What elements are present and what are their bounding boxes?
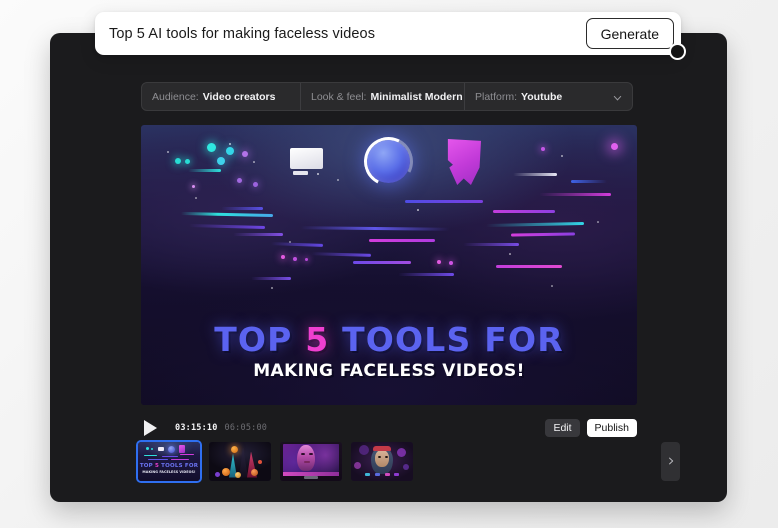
star — [509, 253, 511, 255]
play-icon[interactable] — [144, 420, 157, 436]
glow-dot — [541, 147, 545, 151]
timecode: 03:15:10 06:05:00 — [175, 423, 267, 433]
glow-dot — [217, 157, 225, 165]
video-title: TOP 5 TOOLS FOR — [141, 320, 637, 359]
edit-button[interactable]: Edit — [545, 419, 579, 437]
star — [551, 285, 553, 287]
prompt-input[interactable] — [109, 26, 586, 42]
star — [417, 209, 419, 211]
glow-dot — [611, 143, 618, 150]
glow-dot — [437, 260, 441, 264]
thumb1-subtitle: MAKING FACELESS VIDEOS! — [138, 470, 200, 474]
filter-bar: Audience: Video creators Look & feel: Mi… — [141, 82, 633, 111]
star — [597, 221, 599, 223]
publish-button[interactable]: Publish — [587, 419, 637, 437]
video-preview[interactable]: TOP 5 TOOLS FOR MAKING FACELESS VIDEOS! — [141, 125, 637, 405]
monitor-icon — [290, 148, 323, 175]
star — [561, 155, 563, 157]
star — [253, 161, 255, 163]
glow-dot — [192, 185, 195, 188]
star — [271, 287, 273, 289]
app-panel: Audience: Video creators Look & feel: Mi… — [50, 33, 727, 502]
glow-dot — [253, 182, 258, 187]
filter-platform-key: Platform: — [475, 91, 517, 103]
light-streak — [493, 210, 555, 213]
glow-dot — [242, 151, 248, 157]
filter-look-key: Look & feel: — [311, 91, 366, 103]
light-streak — [251, 277, 291, 280]
filter-audience[interactable]: Audience: Video creators — [142, 83, 300, 110]
filter-audience-value: Video creators — [203, 91, 276, 103]
light-streak — [188, 169, 221, 172]
glow-dot — [185, 159, 190, 164]
light-streak — [221, 207, 263, 210]
light-streak — [463, 243, 519, 246]
video-title-highlight: 5 — [305, 320, 329, 359]
glow-dot — [281, 255, 285, 259]
star — [167, 151, 169, 153]
light-streak — [496, 265, 562, 268]
glow-dot — [207, 143, 216, 152]
video-subtitle: MAKING FACELESS VIDEOS! — [141, 361, 637, 381]
chevron-down-icon — [612, 92, 621, 101]
scene-thumbnail-strip: TOP 5 TOOLS FOR MAKING FACELESS VIDEOS! — [138, 438, 680, 484]
scene-thumbnail-4[interactable] — [351, 442, 413, 481]
light-streak — [571, 180, 607, 183]
light-streak — [539, 193, 611, 196]
generate-button[interactable]: Generate — [586, 18, 674, 49]
scene-thumbnail-1[interactable]: TOP 5 TOOLS FOR MAKING FACELESS VIDEOS! — [138, 442, 200, 481]
star — [229, 143, 231, 145]
star — [195, 197, 197, 199]
light-streak — [398, 273, 454, 276]
sphere-icon — [367, 140, 410, 183]
light-streak — [405, 200, 483, 203]
chevron-right-icon — [666, 456, 676, 466]
filter-look-and-feel[interactable]: Look & feel: Minimalist Modern — [300, 83, 464, 110]
glow-dot — [449, 261, 453, 265]
current-time: 03:15:10 — [175, 423, 218, 433]
total-time: 06:05:00 — [225, 423, 268, 433]
scene-thumbnail-3[interactable] — [280, 442, 342, 481]
glow-dot — [226, 147, 234, 155]
scene-thumbnail-2[interactable] — [209, 442, 271, 481]
thumb1-title: TOP 5 TOOLS FOR — [138, 463, 200, 469]
star — [337, 179, 339, 181]
video-title-prefix: TOP — [214, 320, 305, 359]
next-scenes-button[interactable] — [661, 442, 680, 481]
video-title-suffix: TOOLS FOR — [329, 320, 563, 359]
light-streak — [353, 261, 411, 264]
glow-dot — [237, 178, 242, 183]
filter-audience-key: Audience: — [152, 91, 199, 103]
filter-look-value: Minimalist Modern — [370, 91, 462, 103]
prompt-bar: Generate — [95, 12, 681, 55]
glow-dot — [305, 258, 308, 261]
glow-dot — [175, 158, 181, 164]
light-streak — [233, 233, 283, 236]
filter-platform[interactable]: Platform: Youtube — [464, 83, 632, 110]
light-streak — [369, 239, 435, 242]
light-streak — [513, 173, 557, 176]
filter-platform-value: Youtube — [521, 91, 562, 103]
mouse-cursor — [669, 43, 686, 60]
glow-dot — [293, 257, 297, 261]
